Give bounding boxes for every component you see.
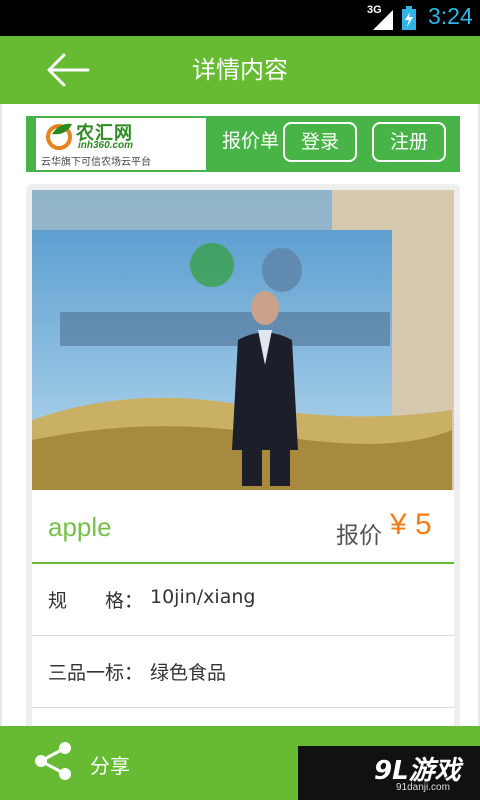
- spec-value: 10jin/xiang: [150, 586, 256, 608]
- site-banner: 农汇网 inh360.com 云华旗下可信农场云平台 报价单 登录 注册: [26, 116, 460, 172]
- product-photo: [32, 190, 454, 490]
- status-bar: 3G 3:24: [0, 0, 480, 36]
- price-label: 报价: [336, 523, 382, 549]
- share-button[interactable]: 分享: [90, 750, 130, 779]
- product-card: apple 报价 ¥ 5 规 格： 10jin/xiang 三品一标： 绿色食品: [26, 184, 460, 726]
- back-arrow-icon[interactable]: [44, 52, 90, 88]
- detail-content[interactable]: 农汇网 inh360.com 云华旗下可信农场云平台 报价单 登录 注册 app…: [0, 104, 480, 726]
- logo-slogan: 云华旗下可信农场云平台: [41, 157, 151, 168]
- spec-row: 规 格： 10jin/xiang: [32, 564, 454, 636]
- certification-value: 绿色食品: [150, 662, 227, 684]
- site-logo: 农汇网 inh360.com 云华旗下可信农场云平台: [36, 118, 206, 170]
- watermark-domain: 91danji.com: [396, 782, 450, 793]
- battery-charging-icon: [402, 6, 416, 30]
- share-icon[interactable]: [32, 740, 74, 782]
- logo-domain: inh360.com: [78, 140, 134, 151]
- signal-icon: [373, 10, 393, 30]
- certification-row: 三品一标： 绿色食品: [32, 636, 454, 708]
- login-button[interactable]: 登录: [283, 122, 357, 162]
- banner-title: 报价单: [222, 130, 280, 152]
- certification-label: 三品一标：: [48, 662, 144, 684]
- spec-label: 规 格：: [48, 590, 144, 612]
- price-value: ¥ 5: [390, 508, 432, 541]
- register-button[interactable]: 注册: [372, 122, 446, 162]
- bottom-bar: 分享 9L游戏 91danji.com: [0, 726, 480, 800]
- clock: 3:24: [428, 3, 473, 29]
- leaf-logo-icon: [46, 123, 72, 150]
- title-bar: 详情内容: [0, 36, 480, 104]
- product-name: apple: [48, 512, 112, 542]
